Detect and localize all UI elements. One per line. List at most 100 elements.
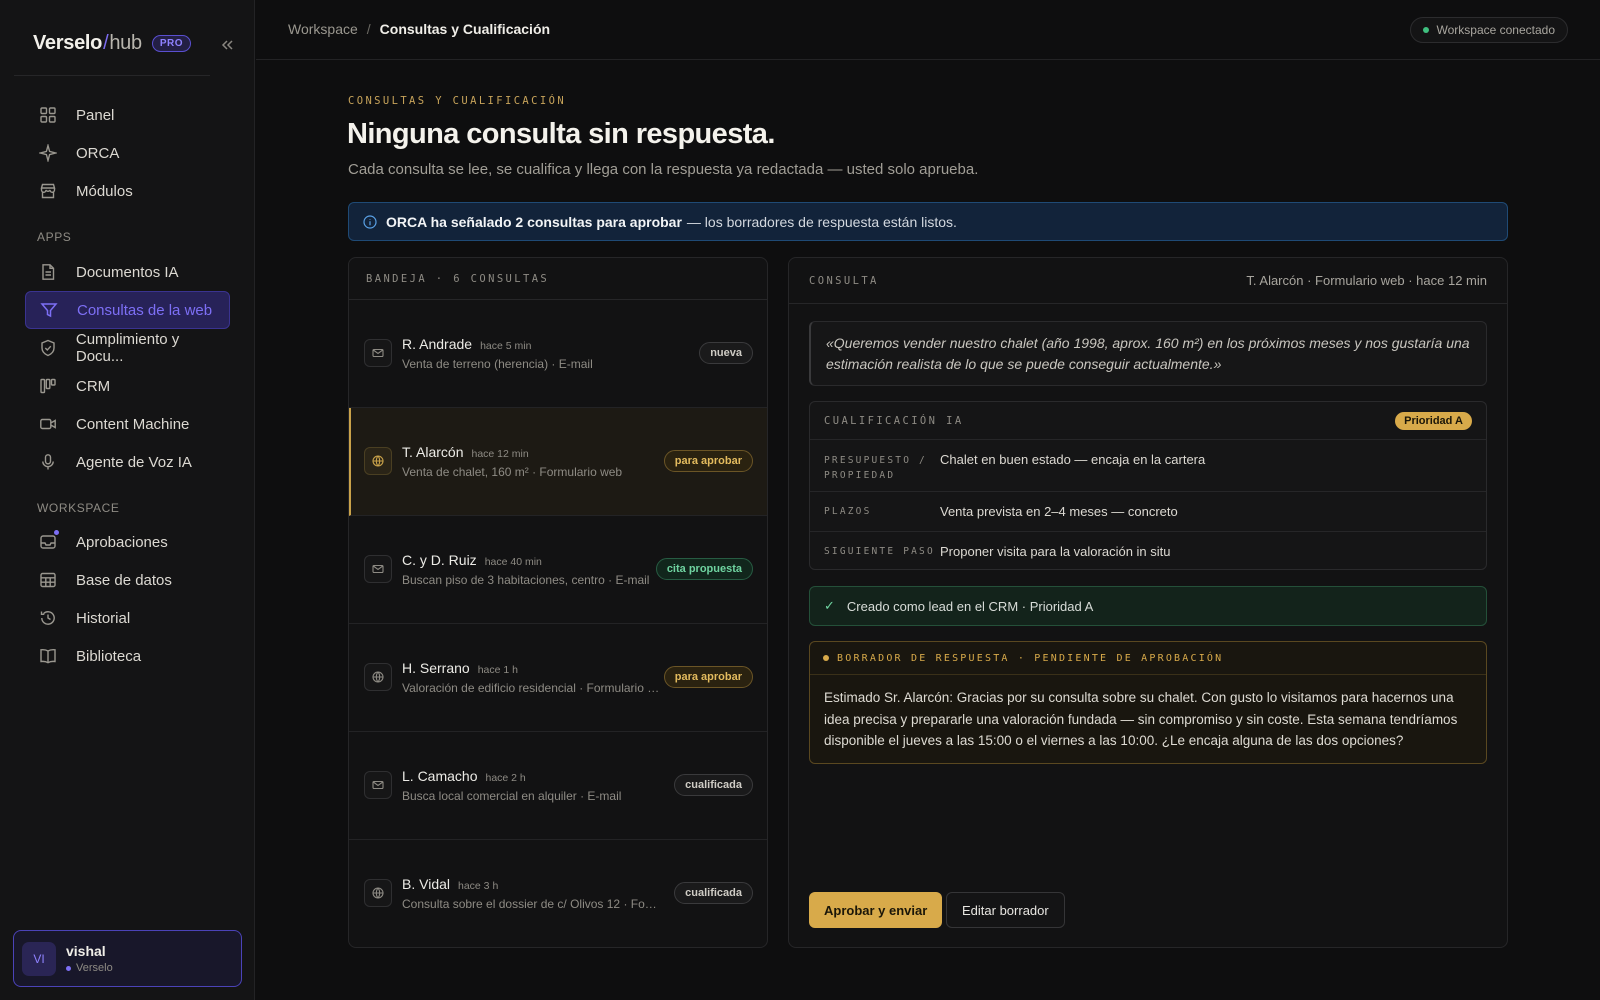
status-badge: cualificada bbox=[674, 882, 753, 904]
sidebar-item-cumplimiento[interactable]: Cumplimiento y Docu... bbox=[25, 329, 230, 367]
inbox-item-name: C. y D. Ruiz bbox=[402, 552, 477, 568]
status-badge: cualificada bbox=[674, 774, 753, 796]
topbar: Workspace / Consultas y Cualificación Wo… bbox=[256, 0, 1600, 60]
collapse-sidebar-icon[interactable] bbox=[218, 36, 236, 54]
status-badge: para aprobar bbox=[663, 450, 753, 472]
avatar: VI bbox=[22, 941, 56, 976]
user-name: vishal bbox=[66, 943, 106, 959]
grid-icon bbox=[38, 105, 58, 125]
user-org: Verselo bbox=[66, 962, 113, 974]
inbox-title: BANDEJA · 6 CONSULTAS bbox=[349, 258, 767, 300]
check-icon: ✓ bbox=[824, 598, 835, 613]
sidebar-item-modulos[interactable]: Módulos bbox=[25, 172, 230, 210]
alert-strong-text: ORCA ha señalado 2 consultas para aproba… bbox=[386, 213, 682, 230]
inbox-item-desc: Venta de terreno (herencia) · E-mail bbox=[402, 357, 593, 371]
sidebar-divider bbox=[14, 75, 210, 76]
qualification-value: Venta prevista en 2–4 meses — concreto bbox=[940, 504, 1178, 519]
draft-label: BORRADOR DE RESPUESTA · PENDIENTE DE APR… bbox=[810, 642, 1486, 675]
crm-lead-confirmation: ✓ Creado como lead en el CRM · Prioridad… bbox=[809, 586, 1487, 626]
inbox-item-time: hace 1 h bbox=[477, 664, 518, 676]
filter-icon bbox=[39, 300, 59, 320]
edit-draft-button[interactable]: Editar borrador bbox=[946, 892, 1065, 928]
inbox-icon bbox=[38, 530, 59, 552]
approve-send-button[interactable]: Aprobar y enviar bbox=[809, 892, 943, 928]
sidebar-item-label: Módulos bbox=[76, 182, 133, 200]
store-icon bbox=[38, 181, 58, 201]
brand-slash: / bbox=[103, 32, 109, 54]
reply-draft-card: BORRADOR DE RESPUESTA · PENDIENTE DE APR… bbox=[809, 641, 1487, 764]
sidebar-item-documentos-ia[interactable]: Documentos IA bbox=[25, 253, 230, 291]
info-icon bbox=[363, 214, 377, 229]
qualification-row: PLAZOS Venta prevista en 2–4 meses — con… bbox=[810, 492, 1486, 532]
breadcrumb: Workspace / Consultas y Cualificación bbox=[288, 21, 550, 37]
inbox-item-selected[interactable]: T. Alarcón hace 12 min Venta de chalet, 1… bbox=[349, 408, 767, 516]
draft-body: Estimado Sr. Alarcón: Gracias por su con… bbox=[824, 690, 1458, 748]
sidebar-item-label: Documentos IA bbox=[76, 263, 179, 281]
sidebar-item-biblioteca[interactable]: Biblioteca bbox=[25, 637, 230, 675]
sidebar-item-agente-voz[interactable]: Agente de Voz IA bbox=[25, 443, 230, 481]
inbox-item-name: B. Vidal bbox=[402, 876, 450, 892]
brand-logo[interactable]: Verselo / hub PRO bbox=[33, 32, 191, 55]
inbox-item-name: L. Camacho bbox=[402, 768, 478, 784]
inbox-item-name: H. Serrano bbox=[402, 660, 470, 676]
sidebar-item-crm[interactable]: CRM bbox=[25, 367, 230, 405]
user-profile-card[interactable]: VI vishal Verselo bbox=[13, 930, 242, 987]
history-icon bbox=[38, 608, 58, 628]
inbox-item[interactable]: H. Serrano hace 1 h Valoración de edifici… bbox=[349, 624, 767, 732]
document-icon bbox=[38, 262, 58, 282]
notification-dot bbox=[54, 530, 59, 535]
shield-check-icon bbox=[38, 338, 58, 358]
qualification-key: PRESUPUESTO / PROPIEDAD bbox=[824, 454, 927, 481]
sidebar-item-label: Cumplimiento y Docu... bbox=[75, 331, 180, 365]
qualification-key: PLAZOS bbox=[824, 506, 872, 517]
qualification-header: CUALIFICACIÓN IA Prioridad A bbox=[810, 402, 1486, 440]
detail-meta: T. Alarcón · Formulario web · hace 12 mi… bbox=[1246, 273, 1487, 288]
apps-section-label: APPS bbox=[37, 230, 72, 244]
mail-icon bbox=[364, 555, 392, 583]
sidebar: Verselo / hub PRO Panel ORCA Módulos APP… bbox=[0, 0, 255, 1000]
priority-badge: Prioridad A bbox=[1395, 411, 1472, 430]
sidebar-item-orca[interactable]: ORCA bbox=[25, 134, 230, 172]
video-icon bbox=[38, 414, 58, 434]
mail-icon bbox=[364, 339, 392, 367]
sidebar-item-base-datos[interactable]: Base de datos bbox=[25, 561, 230, 599]
inbox-item-desc: Venta de chalet, 160 m² · Formulario web bbox=[402, 465, 623, 479]
sidebar-item-content-machine[interactable]: Content Machine bbox=[25, 405, 230, 443]
microphone-icon bbox=[38, 452, 58, 472]
status-badge: nueva bbox=[699, 342, 753, 364]
inbox-panel: BANDEJA · 6 CONSULTAS R. Andrade hace 5 m… bbox=[348, 257, 768, 948]
workspace-section-label: WORKSPACE bbox=[37, 501, 120, 515]
lead-text: Creado como lead en el CRM · Prioridad A bbox=[846, 598, 1094, 614]
inbox-item-desc: Buscan piso de 3 habitaciones, centro · … bbox=[402, 573, 650, 587]
inbox-item-time: hace 12 min bbox=[471, 448, 529, 460]
inbox-item[interactable]: L. Camacho hace 2 h Busca local comercial… bbox=[349, 732, 767, 840]
inbox-item-time: hace 3 h bbox=[458, 880, 499, 892]
brand-name: Verselo bbox=[33, 32, 103, 54]
qualification-label: CUALIFICACIÓN IA bbox=[824, 414, 964, 427]
globe-icon bbox=[364, 447, 392, 475]
page-eyebrow: CONSULTAS Y CUALIFICACIÓN bbox=[348, 95, 567, 107]
sidebar-item-consultas-web[interactable]: Consultas de la web bbox=[25, 291, 230, 329]
sparkle-icon bbox=[38, 143, 58, 163]
sidebar-item-label: Historial bbox=[76, 609, 131, 627]
status-badge: para aprobar bbox=[663, 666, 753, 688]
inbox-item-desc: Consulta sobre el dossier de c/ Olivos 1… bbox=[402, 897, 660, 911]
sidebar-item-historial[interactable]: Historial bbox=[25, 599, 230, 637]
alert-text: — los borradores de respuesta están list… bbox=[686, 213, 957, 230]
sidebar-item-label: Base de datos bbox=[76, 571, 172, 589]
qualification-value: Chalet en buen estado — encaja en la car… bbox=[940, 452, 1206, 467]
kanban-icon bbox=[38, 376, 58, 396]
detail-header: CONSULTA T. Alarcón · Formulario web · h… bbox=[789, 258, 1507, 304]
breadcrumb-separator: / bbox=[366, 21, 371, 37]
sidebar-item-label: Panel bbox=[76, 106, 115, 124]
sidebar-item-aprobaciones[interactable]: Aprobaciones bbox=[25, 523, 230, 561]
breadcrumb-workspace[interactable]: Workspace bbox=[288, 21, 358, 37]
mail-icon bbox=[364, 771, 392, 799]
sidebar-item-panel[interactable]: Panel bbox=[25, 96, 230, 134]
globe-icon bbox=[364, 879, 392, 907]
inbox-item-name: T. Alarcón bbox=[402, 444, 464, 460]
inbox-item[interactable]: B. Vidal hace 3 h Consulta sobre el dossi… bbox=[349, 840, 767, 947]
sidebar-item-label: Biblioteca bbox=[76, 647, 142, 665]
inbox-item[interactable]: C. y D. Ruiz hace 40 min Buscan piso de 3… bbox=[349, 516, 767, 624]
inbox-item[interactable]: R. Andrade hace 5 min Venta de terreno (h… bbox=[349, 300, 767, 408]
